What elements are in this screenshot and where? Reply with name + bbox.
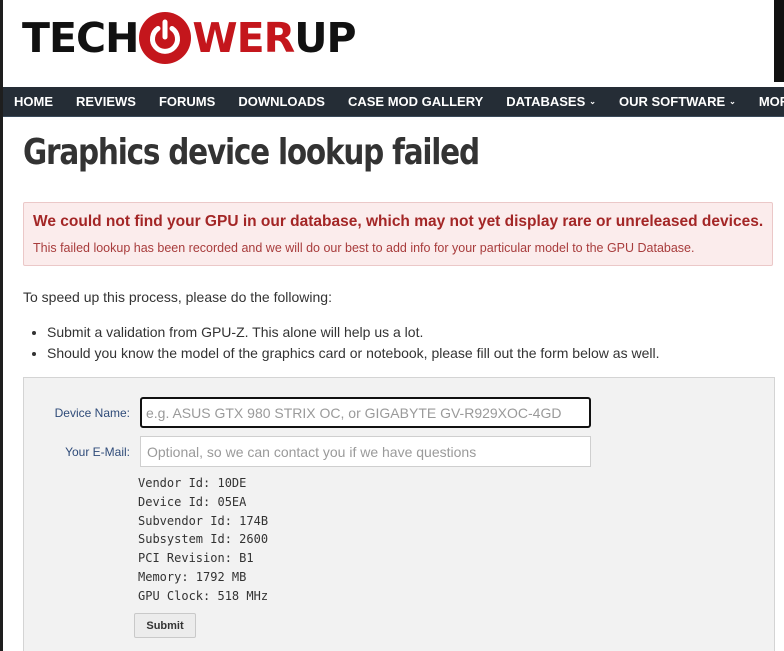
nav-item-downloads[interactable]: DOWNLOADS (227, 87, 337, 116)
nav-item-label: OUR SOFTWARE (618, 94, 726, 109)
nav-item-forums[interactable]: FORUMS (147, 87, 226, 116)
alert-title: We could not find your GPU in our databa… (33, 213, 764, 230)
spec-line: Subvendor Id: 174B (138, 513, 269, 528)
header: TECH WER UP (3, 0, 771, 85)
email-label: Your E-Mail: (65, 445, 130, 459)
spec-line: Vendor Id: 10DE (138, 476, 247, 490)
page-title: Graphics device lookup failed (23, 132, 480, 173)
nav-item-case-mod-gallery[interactable]: CASE MOD GALLERY (336, 87, 494, 116)
device-name-input[interactable] (140, 397, 591, 428)
nav-item-databases[interactable]: DATABASES ⌄ (495, 87, 608, 116)
logo-text-up: UP (294, 14, 356, 62)
error-alert: We could not find your GPU in our databa… (23, 202, 773, 266)
nav-item-label: FORUMS (158, 94, 216, 109)
list-item: Submit a validation from GPU-Z. This alo… (47, 322, 659, 343)
gpu-form: Device Name: Your E-Mail: Vendor Id: 10D… (23, 377, 775, 651)
nav-item-label: CASE MOD GALLERY (347, 94, 484, 109)
nav-item-label: HOME (14, 94, 53, 109)
chevron-down-icon: ⌄ (589, 97, 596, 106)
nav-item-our-software[interactable]: OUR SOFTWARE ⌄ (607, 87, 747, 116)
page: TECH WER UP HOME REVIEWS FORUMS DOWNLOADS CA… (3, 0, 784, 651)
instructions-list: Submit a validation from GPU-Z. This alo… (23, 322, 659, 364)
spec-line: PCI Revision: B1 (138, 551, 254, 566)
nav-item-home[interactable]: HOME (3, 87, 65, 116)
instructions-intro: To speed up this process, please do the … (23, 289, 332, 305)
spec-line: Device Id: 05EA (138, 494, 247, 509)
nav-item-label: MORE (758, 94, 784, 109)
alert-text: This failed lookup has been recorded and… (33, 241, 695, 255)
nav-item-more[interactable]: MORE⌄ (747, 87, 784, 116)
nav-item-label: REVIEWS (76, 94, 136, 109)
device-name-label: Device Name: (54, 406, 130, 420)
email-input[interactable] (140, 436, 591, 467)
main-nav: HOME REVIEWS FORUMS DOWNLOADS CASE MOD GALLE… (3, 87, 784, 117)
nav-item-reviews[interactable]: REVIEWS (65, 87, 148, 116)
spec-line: GPU Clock: 518 MHz (138, 588, 269, 603)
submit-button[interactable]: Submit (134, 613, 196, 638)
device-specs: Vendor Id: 10DE Device Id: 05EA Subvendor … (138, 474, 268, 606)
spec-line: Memory: 1792 MB (138, 569, 247, 584)
header-edge (771, 0, 784, 82)
power-icon (139, 12, 192, 64)
logo-text-tech: TECH (22, 14, 139, 62)
spec-line: Subsystem Id: 2600 (138, 532, 269, 547)
list-item: Should you know the model of the graphic… (47, 343, 659, 364)
nav-item-label: DOWNLOADS (238, 94, 325, 109)
nav-item-label: DATABASES (506, 94, 586, 109)
site-logo[interactable]: TECH WER UP (22, 8, 357, 68)
chevron-down-icon: ⌄ (729, 97, 736, 106)
logo-text-wer: WER (192, 14, 295, 62)
